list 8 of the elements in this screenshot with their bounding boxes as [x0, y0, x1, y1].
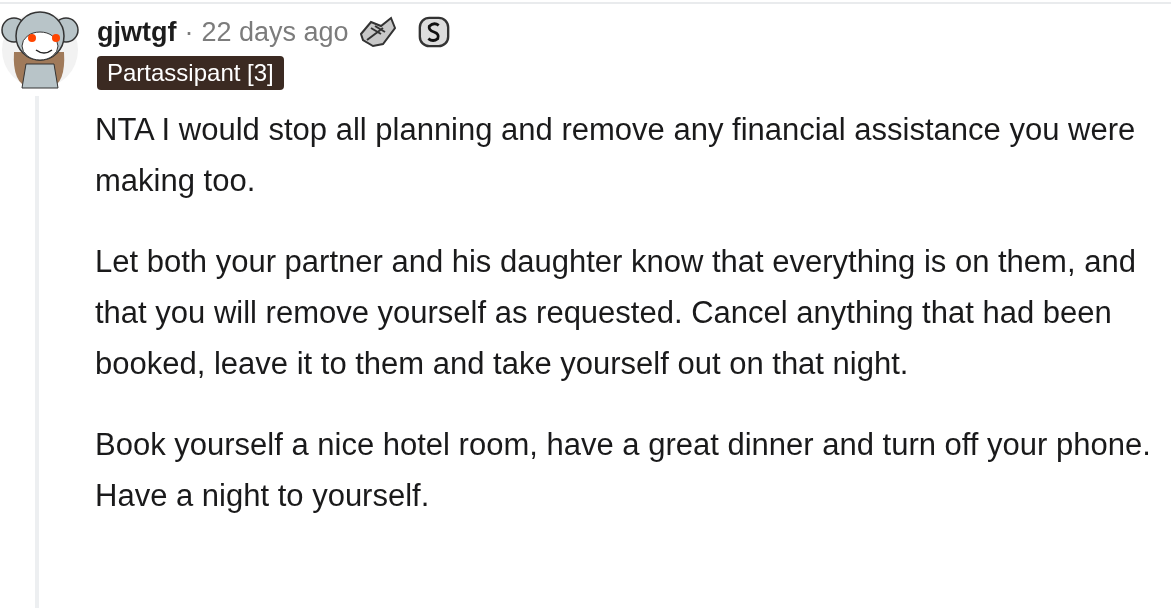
user-flair: Partassipant [3] [97, 56, 284, 90]
username[interactable]: gjwtgf [97, 16, 177, 48]
separator-dot: · [184, 16, 194, 48]
coin-icon [416, 15, 451, 49]
timestamp[interactable]: 22 days ago [201, 16, 349, 48]
comment-paragraph: Book yourself a nice hotel room, have a great dinner and turn off your phone. Have a night to yourself. [95, 426, 1152, 515]
comment-paragraph: Let both your partner and his daughter know that everything is on them, and that you will remove yourself as requested. Cancel anything that had been booked, leave it to them and take yourself out on that night. [95, 243, 1137, 383]
comment-paragraph: NTA I would stop all planning and remove any financial assistance you were making too. [95, 111, 1137, 200]
